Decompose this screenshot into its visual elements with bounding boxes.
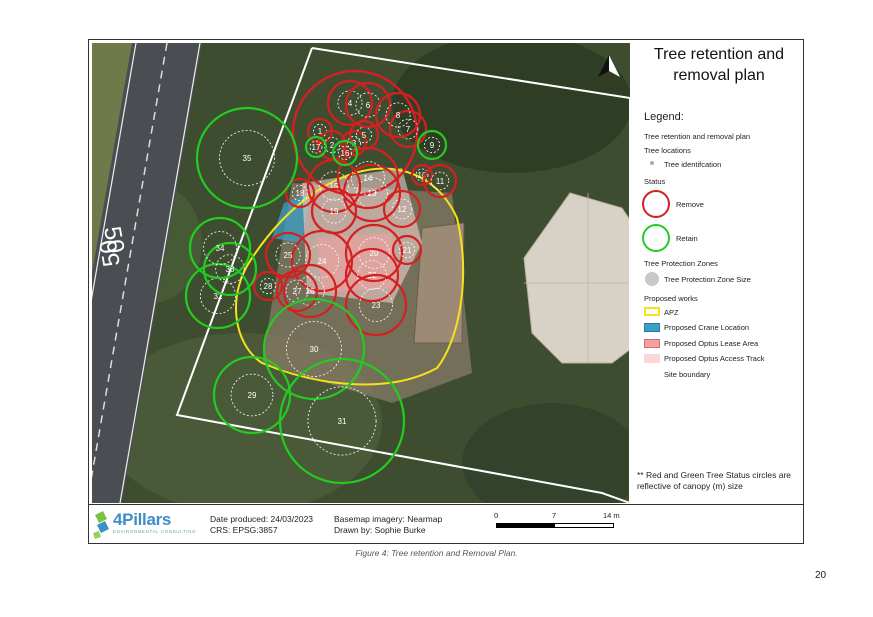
tree-label-6: 6 (366, 101, 371, 110)
tree-label-34: 34 (216, 244, 225, 253)
remove-circle-icon (642, 190, 670, 218)
tree-label-26: 26 (306, 287, 315, 296)
tpz-circle-icon (645, 272, 659, 286)
date-produced: Date produced: 24/03/2023 (210, 514, 314, 524)
legend-tpz: Tree Protection Zone Size (664, 275, 751, 284)
legend-tree-id: Tree identifcation (664, 160, 722, 169)
logo-subtitle: ENVIRONMENTAL CONSULTING (113, 529, 197, 534)
tree-label-16: 16 (341, 149, 350, 158)
scale-label-0: 0 (494, 511, 499, 520)
tree-label-13: 13 (368, 189, 377, 198)
legend-retain: Retain (676, 234, 698, 243)
legend-apz: APZ (664, 308, 679, 317)
tree-label-5: 5 (362, 131, 367, 140)
tree-label-8: 8 (396, 111, 401, 120)
track-swatch (644, 354, 660, 363)
tree-label-11: 11 (436, 177, 445, 186)
map-title: Tree retention and removal plan (653, 46, 785, 84)
lease-swatch (644, 339, 660, 348)
drawn-by: Drawn by: Sophie Burke (334, 525, 426, 535)
tree-id-dot-icon (650, 161, 654, 165)
legend-boundary: Site boundary (664, 370, 711, 379)
tree-label-35: 35 (243, 154, 252, 163)
figure-caption: Figure 4: Tree retention and Removal Pla… (355, 548, 518, 558)
aerial-map[interactable]: 50 50 1 2 3 4 5 6 7 8 9 10 11 12 13 14 15 16 17 18 19 20 21 2… (92, 43, 630, 503)
basemap-label: Basemap imagery: Nearmap (334, 514, 443, 524)
legend-remove: Remove (676, 200, 704, 209)
retain-circle-icon (642, 224, 670, 252)
tree-label-27: 27 (293, 287, 302, 296)
tree-label-31: 31 (338, 417, 347, 426)
logo-wordmark: 4Pillars (113, 510, 172, 529)
apz-swatch (644, 307, 660, 316)
tree-label-28: 28 (264, 282, 273, 291)
tree-label-19: 19 (330, 207, 339, 216)
tree-label-33: 33 (226, 265, 235, 274)
scale-label-14: 14 m (603, 511, 620, 520)
tree-label-18: 18 (296, 189, 305, 198)
legend-works: Proposed works (644, 294, 698, 303)
scale-bar (496, 523, 614, 528)
tree-label-14: 14 (364, 174, 373, 183)
legend-crane: Proposed Crane Location (664, 323, 750, 332)
road-marking-50-reversed: 50 (95, 238, 126, 269)
crane-swatch (644, 323, 660, 332)
page-number: 20 (815, 570, 827, 581)
tree-label-30: 30 (310, 345, 319, 354)
scale-label-7: 7 (552, 511, 557, 520)
tree-label-24: 24 (318, 257, 327, 266)
crs-label: CRS: EPSG:3857 (210, 525, 278, 535)
tree-label-4: 4 (348, 99, 353, 108)
map-canvas: 50 50 12 34567891011121314151617181920 212… (92, 43, 630, 503)
tree-label-25: 25 (284, 251, 293, 260)
legend-plan-label: Tree retention and removal plan (644, 132, 751, 141)
legend-tree-locations: Tree locations (644, 146, 691, 155)
legend-lease: Proposed Optus Lease Area (664, 339, 759, 348)
canopy-note: ** Red and Green Tree Status circles are… (637, 470, 792, 491)
tree-label-9: 9 (430, 141, 435, 150)
legend-heading: Legend: (644, 111, 684, 123)
tree-label-17: 17 (312, 143, 321, 152)
tree-label-29: 29 (248, 391, 257, 400)
tree-label-12: 12 (398, 205, 407, 214)
legend-track: Proposed Optus Access Track (664, 354, 765, 363)
legend-tpz-heading: Tree Protection Zones (644, 259, 718, 268)
legend-status: Status (644, 177, 666, 186)
tree-label-23: 23 (372, 301, 381, 310)
tree-label-21: 21 (403, 246, 412, 255)
